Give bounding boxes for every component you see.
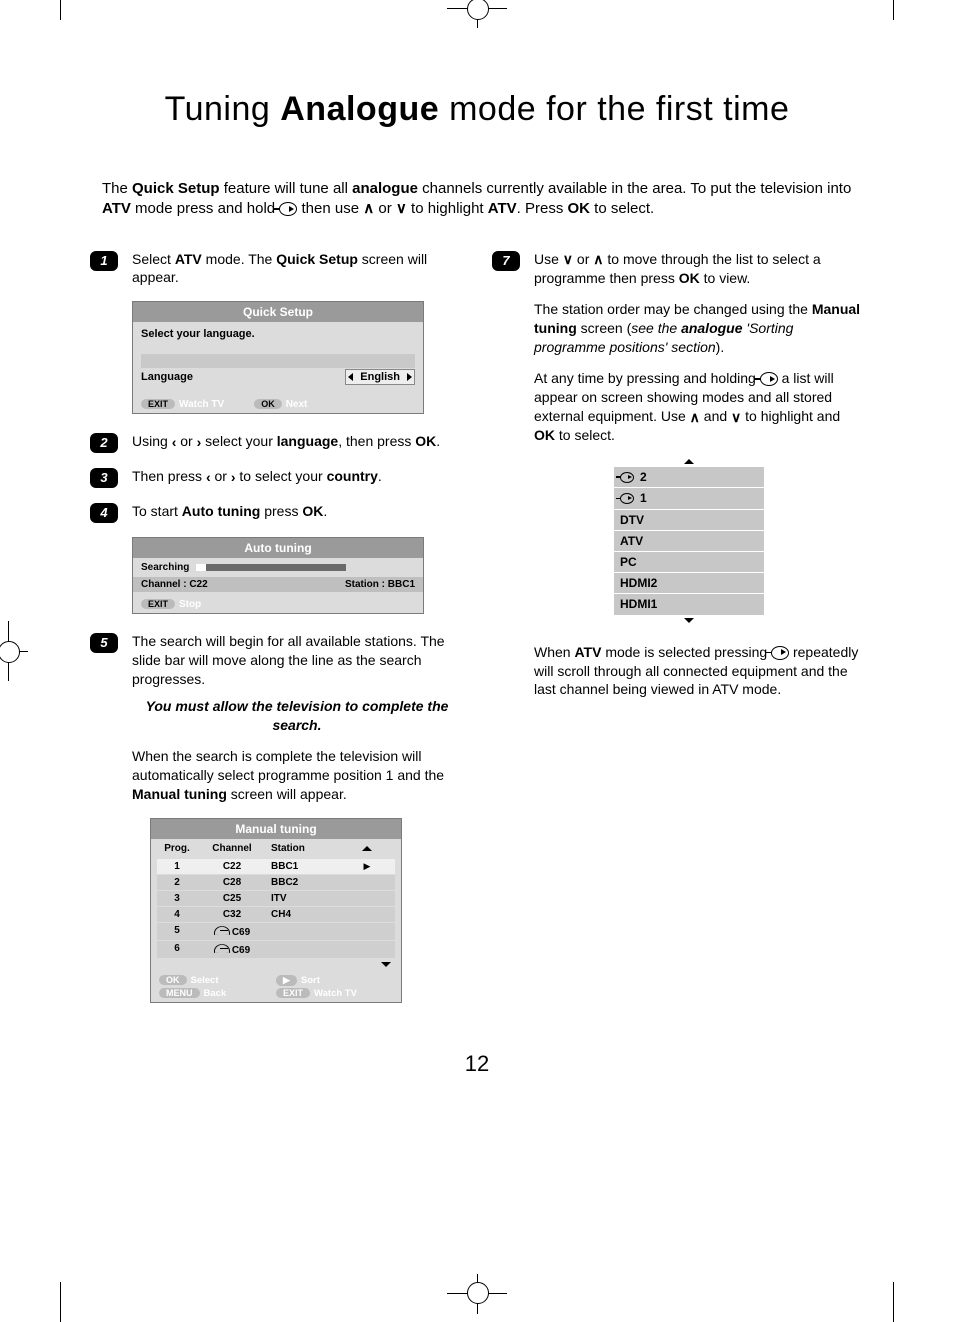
input-source-list: 21DTVATVPCHDMI2HDMI1 (614, 457, 764, 624)
input-source-icon (279, 202, 297, 216)
step-5: 5 The search will begin for all availabl… (90, 632, 462, 803)
list-item: 1 (614, 488, 764, 508)
page-number: 12 (90, 1051, 864, 1077)
osd-channel: Channel : C22 (141, 579, 208, 590)
step-badge: 4 (90, 503, 118, 523)
osd-auto-tuning: Auto tuning Searching Channel : C22 Stat… (132, 537, 424, 614)
step-7: 7 Use or to move through the list to sel… (492, 250, 864, 712)
input-source-icon (760, 372, 778, 386)
col-station: Station (267, 841, 357, 856)
step-badge: 5 (90, 633, 118, 653)
up-icon (363, 199, 374, 219)
up-icon (593, 250, 603, 269)
table-row: 6C69 (157, 941, 395, 958)
list-item: ATV (614, 531, 764, 551)
osd-language-label: Language (141, 371, 193, 383)
osd-language-value: English (345, 369, 415, 385)
step-badge: 3 (90, 468, 118, 488)
osd-title: Auto tuning (133, 538, 423, 558)
input-source-icon (620, 493, 634, 504)
scramble-icon (214, 943, 228, 953)
progress-bar (196, 564, 346, 571)
list-item: 2 (614, 467, 764, 487)
step-4: 4 To start Auto tuning press OK. (90, 502, 462, 523)
step-badge: 1 (90, 251, 118, 271)
table-row: 2C28BBC2 (157, 875, 395, 890)
osd-manual-tuning: Manual tuning Prog. Channel Station 1C22… (150, 818, 402, 1003)
list-item: HDMI2 (614, 573, 764, 593)
step-badge: 7 (492, 251, 520, 271)
scroll-up-icon (362, 846, 372, 851)
scramble-icon (214, 925, 228, 935)
intro-paragraph: The Quick Setup feature will tune all an… (102, 179, 864, 220)
input-source-icon (771, 646, 789, 660)
table-row: 4C32CH4 (157, 907, 395, 922)
down-icon (563, 250, 573, 269)
step-2: 2 Using or select your language, then pr… (90, 432, 462, 453)
table-row: 5C69 (157, 923, 395, 940)
osd-title: Manual tuning (151, 819, 401, 839)
scroll-down-icon (684, 618, 694, 623)
table-row: 3C25ITV (157, 891, 395, 906)
col-channel: Channel (197, 841, 267, 856)
osd-quick-setup: Quick Setup Select your language. Langua… (132, 301, 424, 414)
table-row: 1C22BBC1▶ (157, 859, 395, 874)
step-emphasis: You must allow the television to complet… (132, 697, 462, 735)
osd-title: Quick Setup (133, 302, 423, 322)
scroll-down-icon (381, 962, 391, 967)
page-title: Tuning Analogue mode for the first time (90, 90, 864, 129)
list-item: DTV (614, 510, 764, 530)
step-badge: 2 (90, 433, 118, 453)
input-source-icon (620, 472, 634, 483)
osd-searching-label: Searching (141, 562, 189, 573)
list-item: HDMI1 (614, 594, 764, 614)
scroll-up-icon (684, 459, 694, 464)
step-1: 1 Select ATV mode. The Quick Setup scree… (90, 250, 462, 288)
step-3: 3 Then press or to select your country. (90, 467, 462, 488)
col-prog: Prog. (157, 841, 197, 856)
osd-message: Select your language. (141, 328, 415, 340)
list-item: PC (614, 552, 764, 572)
down-icon (731, 408, 741, 427)
down-icon (396, 199, 407, 219)
up-icon (690, 408, 700, 427)
osd-station: Station : BBC1 (345, 579, 415, 590)
